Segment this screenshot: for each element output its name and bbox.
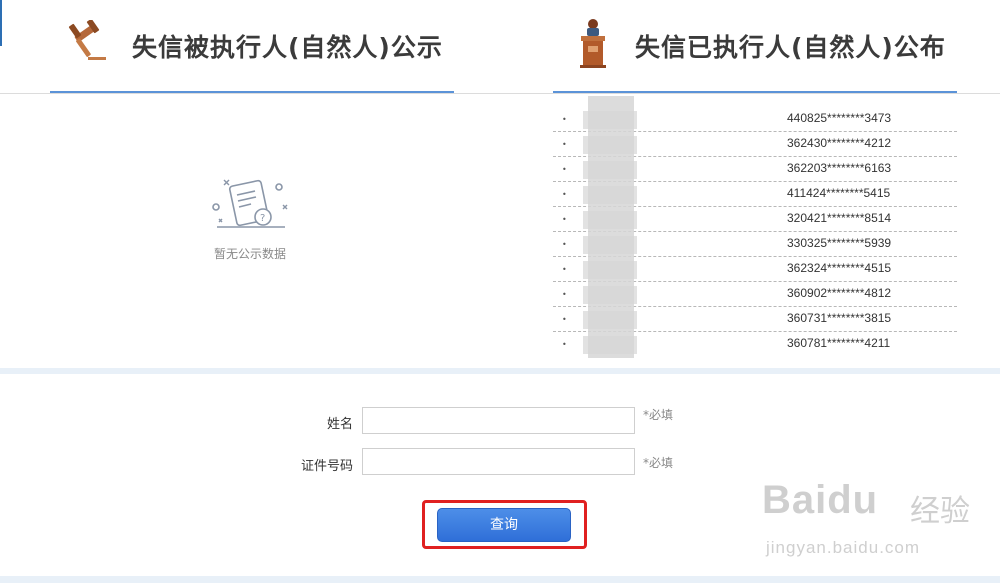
list-bullet: • [562,190,567,199]
name-required-hint: *必填 [643,408,674,422]
id-number-label: 证件号码 [300,459,353,474]
id-number-text: 362430********4212 [787,136,892,150]
list-bullet: • [562,315,567,324]
right-panel-header: 失信已执行人(自然人)公布 [553,0,957,95]
id-number-text: 440825********3473 [787,111,892,125]
baidu-watermark: Baidu 经验 jingyan.baidu.com [762,478,994,570]
id-number-text: 320421********8514 [787,211,892,225]
name-input[interactable] [362,407,635,434]
id-number-text: 360902********4812 [787,286,892,300]
list-bullet: • [562,115,567,124]
list-bullet: • [562,240,567,249]
list-bullet: • [562,340,567,349]
empty-state-text: 暂无公示数据 [213,247,286,261]
list-bullet: • [562,140,567,149]
bottom-divider [0,576,1000,583]
list-bullet: • [562,265,567,274]
podium-speaker-icon [580,19,606,68]
list-bullet: • [562,165,567,174]
id-number-text: 362324********4515 [787,261,892,275]
empty-state: ? 暂无公示数据 [190,175,310,262]
gavel-icon [68,20,106,60]
id-required-hint: *必填 [643,456,674,470]
watermark-url: jingyan.baidu.com [766,538,921,557]
redacted-names-mask [588,96,634,358]
right-panel-title: 失信已执行人(自然人)公布 [635,33,946,62]
id-number-text: 360781********4211 [787,336,891,350]
id-number-text: 330325********5939 [787,236,892,250]
name-label: 姓名 [326,417,353,432]
id-number-text: 360731********3815 [787,311,892,325]
svg-text:?: ? [260,213,265,224]
header-divider [0,93,1000,94]
id-number-text: 362203********6163 [787,161,892,175]
list-bullet: • [562,215,567,224]
list-bullet: • [562,290,567,299]
section-divider [0,368,1000,374]
watermark-cn: 经验 [910,494,970,529]
window-edge-accent [0,0,2,46]
query-button[interactable]: 查询 [437,508,571,542]
left-panel-header: 失信被执行人(自然人)公示 [50,0,454,95]
document-question-icon: ? [212,179,288,228]
watermark-logo: Baidu [762,478,879,522]
id-number-input[interactable] [362,448,635,475]
id-number-text: 411424********5415 [787,186,891,200]
left-panel-title: 失信被执行人(自然人)公示 [132,33,443,62]
